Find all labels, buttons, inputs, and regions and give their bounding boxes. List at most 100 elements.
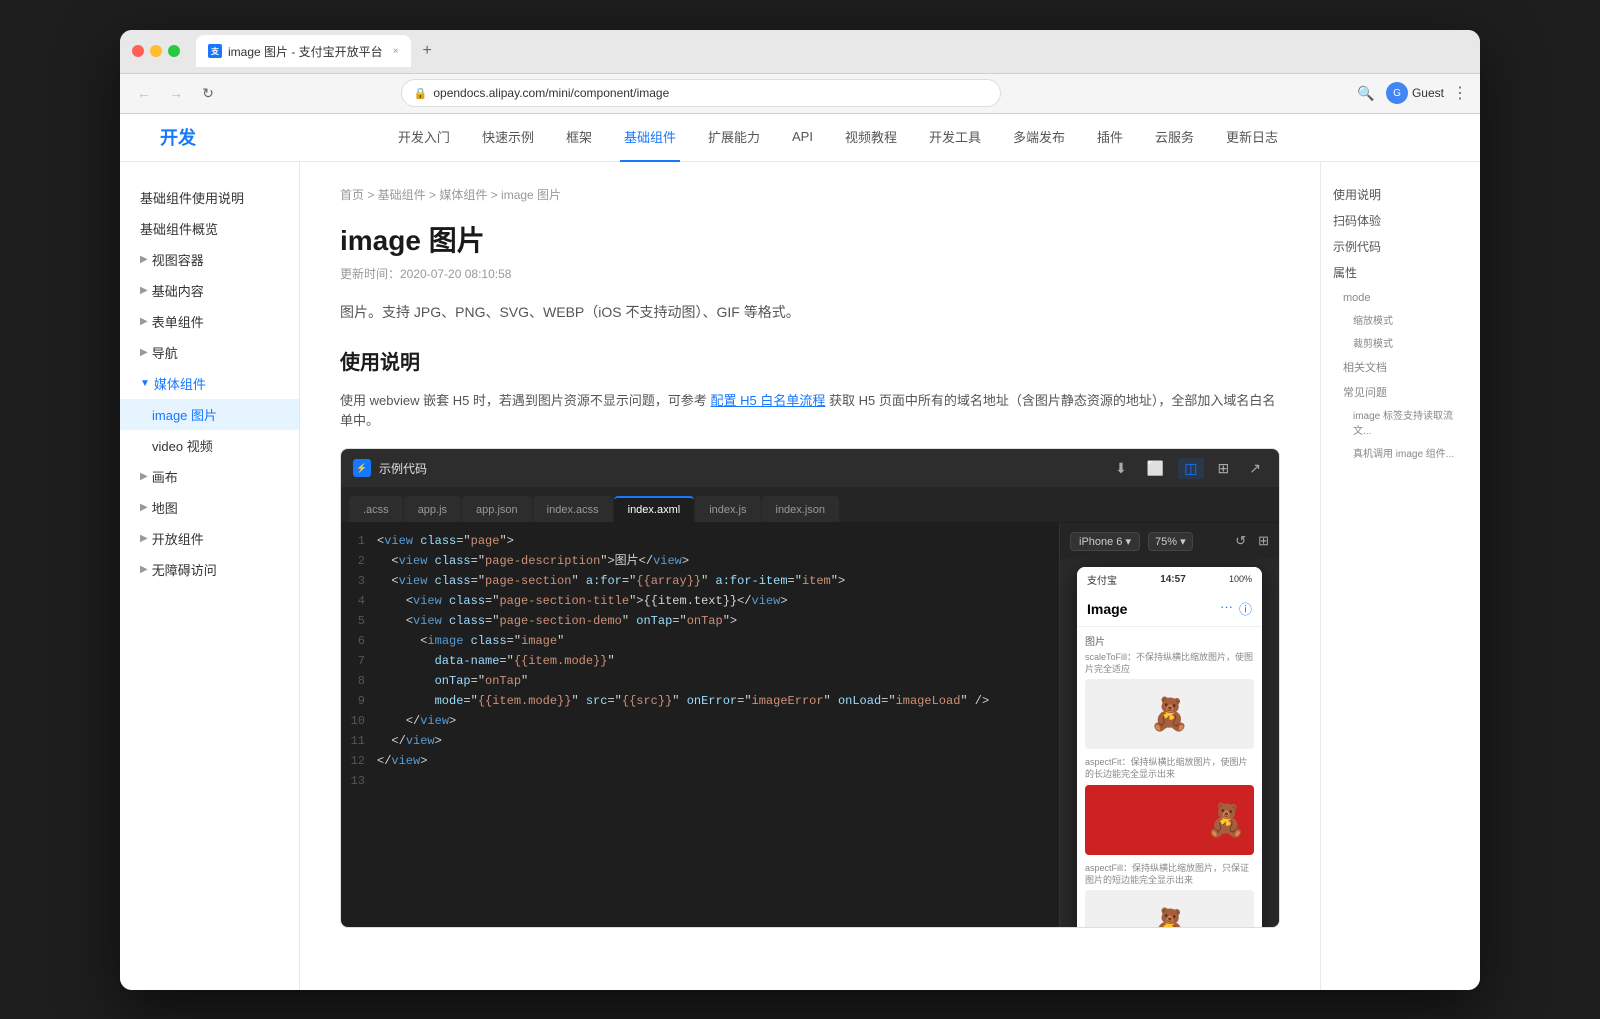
nav-link-5[interactable]: API bbox=[788, 115, 817, 160]
chevron-right-icon: ▶ bbox=[140, 502, 148, 513]
main-layout: 基础组件使用说明 基础组件概览 ▶ 视图容器 ▶ 基础内容 ▶ 表单组件 ▶ 导… bbox=[120, 162, 1480, 990]
tab-close-button[interactable]: × bbox=[393, 46, 399, 57]
nav-link-3[interactable]: 基础组件 bbox=[620, 113, 680, 162]
nav-links: 开发入门 快速示例 框架 基础组件 扩展能力 API 视频教程 开发工具 多端发… bbox=[236, 113, 1440, 162]
sidebar-item-7[interactable]: image 图片 bbox=[120, 399, 299, 430]
editor-preview: 1 <view class="page"> 2 <view class="pag… bbox=[341, 523, 1279, 927]
sidebar-item-12[interactable]: ▶ 无障碍访问 bbox=[120, 554, 299, 585]
phone-status-bar: 支付宝 14:57 100% bbox=[1077, 567, 1262, 591]
right-nav-9[interactable]: image 标签支持读取流文... bbox=[1333, 405, 1468, 443]
right-nav-0[interactable]: 使用说明 bbox=[1333, 182, 1468, 208]
browser-window: 支 image 图片 - 支付宝开放平台 × + ← → ↻ 🔒 opendoc… bbox=[120, 30, 1480, 990]
share-button[interactable]: ↗ bbox=[1243, 458, 1267, 479]
file-tab-1[interactable]: app.js bbox=[404, 496, 461, 522]
phone-more-icon: ··· bbox=[1220, 599, 1233, 618]
phone-carrier: 支付宝 bbox=[1087, 572, 1117, 587]
sidebar-item-0[interactable]: 基础组件使用说明 bbox=[120, 182, 299, 213]
sidebar-item-8[interactable]: video 视频 bbox=[120, 430, 299, 461]
link-whitelist[interactable]: 配置 H5 白名单流程 bbox=[711, 393, 826, 408]
forward-button[interactable]: → bbox=[164, 81, 188, 105]
nav-link-1[interactable]: 快速示例 bbox=[478, 113, 538, 162]
phone-time: 14:57 bbox=[1160, 574, 1186, 585]
right-nav-7[interactable]: 相关文档 bbox=[1333, 356, 1468, 381]
browser-tab[interactable]: 支 image 图片 - 支付宝开放平台 × bbox=[196, 35, 411, 67]
file-tab-4[interactable]: index.axml bbox=[614, 496, 695, 522]
url-bar[interactable]: 🔒 opendocs.alipay.com/mini/component/ima… bbox=[401, 79, 1001, 107]
code-line-3: 3 <view class="page-section" a:for="{{ar… bbox=[341, 571, 1059, 591]
site-logo[interactable]: 开发 bbox=[160, 124, 196, 150]
right-nav-10[interactable]: 真机调用 image 组件... bbox=[1333, 443, 1468, 466]
page-updated: 更新时间：2020-07-20 08:10:58 bbox=[340, 265, 1280, 282]
code-line-7: 7 data-name="{{item.mode}}" bbox=[341, 651, 1059, 671]
file-tab-5[interactable]: index.js bbox=[695, 496, 760, 522]
code-line-9: 9 mode="{{item.mode}}" src="{{src}}" onE… bbox=[341, 691, 1059, 711]
more-button[interactable]: ⋮ bbox=[1452, 83, 1468, 103]
sidebar-item-6[interactable]: ▼ 媒体组件 bbox=[120, 368, 299, 399]
chevron-down-icon: ▼ bbox=[140, 378, 150, 389]
phone-app-title: Image bbox=[1087, 601, 1220, 617]
nav-link-11[interactable]: 更新日志 bbox=[1222, 113, 1282, 162]
sidebar-item-2[interactable]: ▶ 视图容器 bbox=[120, 244, 299, 275]
split-view-button[interactable]: ◫ bbox=[1178, 458, 1203, 479]
left-sidebar: 基础组件使用说明 基础组件概览 ▶ 视图容器 ▶ 基础内容 ▶ 表单组件 ▶ 导… bbox=[120, 162, 300, 990]
sidebar-item-10[interactable]: ▶ 地图 bbox=[120, 492, 299, 523]
grid-button[interactable]: ⊞ bbox=[1212, 458, 1236, 479]
demo-toolbar: ⚡ 示例代码 ⬇ ⬜ ◫ ⊞ ↗ bbox=[341, 449, 1279, 487]
chevron-right-icon: ▶ bbox=[140, 316, 148, 327]
close-button[interactable] bbox=[132, 45, 144, 57]
avatar: G bbox=[1386, 82, 1408, 104]
new-tab-button[interactable]: + bbox=[423, 42, 432, 60]
download-button[interactable]: ⬇ bbox=[1109, 458, 1133, 479]
demo-toolbar-actions: ⬇ ⬜ ◫ ⊞ ↗ bbox=[1109, 458, 1267, 479]
section-text-1: 使用 webview 嵌套 H5 时，若遇到图片资源不显示问题，可参考 配置 H… bbox=[340, 391, 1280, 433]
right-nav-4[interactable]: mode bbox=[1333, 286, 1468, 311]
profile-label: Guest bbox=[1412, 86, 1444, 100]
minimize-button[interactable] bbox=[150, 45, 162, 57]
code-line-2: 2 <view class="page-description">图片</vie… bbox=[341, 551, 1059, 571]
sidebar-item-9[interactable]: ▶ 画布 bbox=[120, 461, 299, 492]
sidebar-item-1[interactable]: 基础组件概览 bbox=[120, 213, 299, 244]
nav-link-10[interactable]: 云服务 bbox=[1151, 113, 1198, 162]
nav-link-7[interactable]: 开发工具 bbox=[925, 113, 985, 162]
phone-screen: 支付宝 14:57 100% Image ··· ⓘ bbox=[1077, 567, 1262, 927]
nav-link-2[interactable]: 框架 bbox=[562, 113, 596, 162]
phone-img-1: 🧸 bbox=[1085, 785, 1254, 855]
sidebar-item-4[interactable]: ▶ 表单组件 bbox=[120, 306, 299, 337]
nav-link-9[interactable]: 插件 bbox=[1093, 113, 1127, 162]
file-tab-6[interactable]: index.json bbox=[762, 496, 840, 522]
phone-img-label-0: scaleToFill：不保持纵横比缩放图片，使图片完全适应 bbox=[1085, 652, 1254, 675]
phone-section-title: 图片 bbox=[1085, 633, 1254, 648]
device-select[interactable]: iPhone 6 ▾ bbox=[1070, 532, 1140, 551]
sidebar-item-3[interactable]: ▶ 基础内容 bbox=[120, 275, 299, 306]
right-nav-5[interactable]: 缩放模式 bbox=[1333, 310, 1468, 333]
search-button[interactable]: 🔍 bbox=[1354, 81, 1378, 105]
file-tab-0[interactable]: .acss bbox=[349, 496, 403, 522]
qrcode-button[interactable]: ⬜ bbox=[1141, 458, 1170, 479]
zoom-select[interactable]: 75% ▾ bbox=[1148, 532, 1193, 551]
grid-layout-button[interactable]: ⊞ bbox=[1258, 533, 1269, 549]
profile-button[interactable]: G Guest bbox=[1386, 82, 1444, 104]
refresh-preview-button[interactable]: ↺ bbox=[1235, 533, 1246, 549]
right-nav-2[interactable]: 示例代码 bbox=[1333, 234, 1468, 260]
nav-link-4[interactable]: 扩展能力 bbox=[704, 113, 764, 162]
right-nav-3[interactable]: 属性 bbox=[1333, 260, 1468, 286]
zoom-label: 75% bbox=[1155, 536, 1177, 548]
code-editor[interactable]: 1 <view class="page"> 2 <view class="pag… bbox=[341, 523, 1059, 927]
right-nav-8[interactable]: 常见问题 bbox=[1333, 381, 1468, 406]
back-button[interactable]: ← bbox=[132, 81, 156, 105]
file-tab-3[interactable]: index.acss bbox=[533, 496, 613, 522]
chevron-right-icon: ▶ bbox=[140, 564, 148, 575]
maximize-button[interactable] bbox=[168, 45, 180, 57]
right-nav-1[interactable]: 扫码体验 bbox=[1333, 208, 1468, 234]
nav-link-0[interactable]: 开发入门 bbox=[394, 113, 454, 162]
title-bar: 支 image 图片 - 支付宝开放平台 × + bbox=[120, 30, 1480, 74]
tab-area: 支 image 图片 - 支付宝开放平台 × + bbox=[196, 35, 1468, 67]
nav-link-8[interactable]: 多端发布 bbox=[1009, 113, 1069, 162]
file-tab-2[interactable]: app.json bbox=[462, 496, 532, 522]
right-nav-6[interactable]: 裁剪模式 bbox=[1333, 333, 1468, 356]
nav-link-6[interactable]: 视频教程 bbox=[841, 113, 901, 162]
toy-image-1: 🧸 bbox=[1206, 801, 1246, 839]
refresh-button[interactable]: ↻ bbox=[196, 81, 220, 105]
sidebar-item-5[interactable]: ▶ 导航 bbox=[120, 337, 299, 368]
sidebar-item-11[interactable]: ▶ 开放组件 bbox=[120, 523, 299, 554]
